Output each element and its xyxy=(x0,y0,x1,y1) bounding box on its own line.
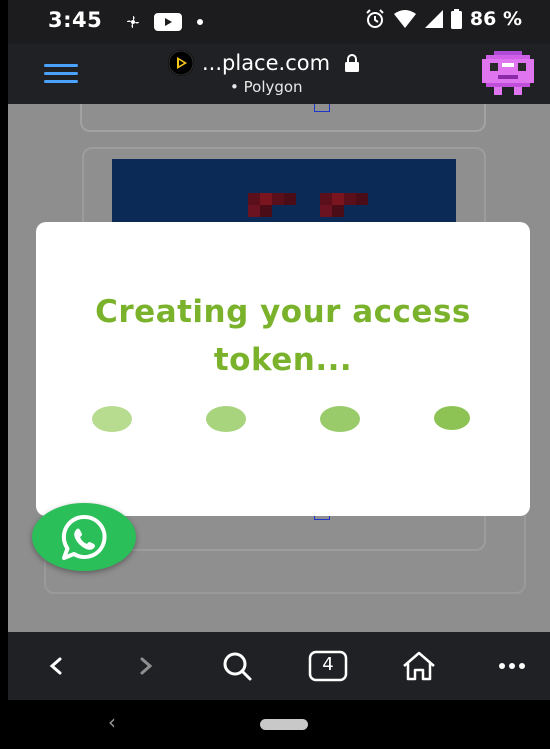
lock-icon xyxy=(345,54,360,72)
card-previous xyxy=(80,104,486,132)
network-dot-icon: • xyxy=(230,78,244,96)
menu-icon[interactable] xyxy=(44,64,78,84)
marker-top xyxy=(314,104,330,112)
status-left-icons xyxy=(126,12,204,32)
play-logo-icon xyxy=(168,50,194,76)
more-icon[interactable] xyxy=(498,650,526,682)
forward-icon[interactable] xyxy=(136,650,156,682)
search-icon[interactable] xyxy=(218,650,256,682)
url-text: ...place.com xyxy=(202,51,331,75)
tab-count: 4 xyxy=(322,654,334,675)
home-icon[interactable] xyxy=(400,650,438,682)
tabs-button[interactable]: 4 xyxy=(308,650,348,682)
network-name: Polygon xyxy=(243,78,303,96)
status-bar: 3:45 86 % xyxy=(8,0,550,44)
loading-dot-2 xyxy=(206,406,246,432)
loading-modal: Creating your access token... xyxy=(36,222,530,516)
url-bar[interactable]: ...place.com • Polygon xyxy=(158,48,438,100)
pixel-avatar-icon[interactable] xyxy=(482,50,534,96)
battery-icon xyxy=(450,9,462,29)
signal-icon xyxy=(424,10,443,28)
whatsapp-button[interactable] xyxy=(32,503,136,571)
alarm-icon xyxy=(366,9,384,28)
nft-pixel-art xyxy=(248,193,368,217)
whatsapp-icon xyxy=(61,514,107,560)
battery-percent: 86 % xyxy=(469,8,522,30)
status-right: 86 % xyxy=(365,8,522,30)
system-home-pill[interactable] xyxy=(260,719,308,730)
url-row: ...place.com xyxy=(168,50,360,76)
network-label: • Polygon xyxy=(230,78,303,96)
phone-frame: 3:45 86 % ...place.com • Polygon Creatin… xyxy=(0,0,550,749)
system-nav-bar: ‹ xyxy=(8,700,550,749)
loading-dot-4 xyxy=(434,406,470,430)
fan-icon xyxy=(127,16,139,28)
modal-title: Creating your access token... xyxy=(95,294,471,378)
wifi-icon xyxy=(393,10,416,28)
status-time: 3:45 xyxy=(48,8,103,32)
loading-dot-3 xyxy=(320,406,360,432)
browser-header: ...place.com • Polygon xyxy=(8,44,550,104)
back-icon[interactable] xyxy=(46,650,66,682)
nft-image xyxy=(112,159,456,223)
loading-dot-1 xyxy=(92,406,132,432)
notification-dot-icon xyxy=(197,19,203,25)
browser-bottom-nav: 4 xyxy=(8,632,550,700)
system-back-icon[interactable]: ‹ xyxy=(108,710,116,734)
youtube-icon xyxy=(154,13,182,31)
